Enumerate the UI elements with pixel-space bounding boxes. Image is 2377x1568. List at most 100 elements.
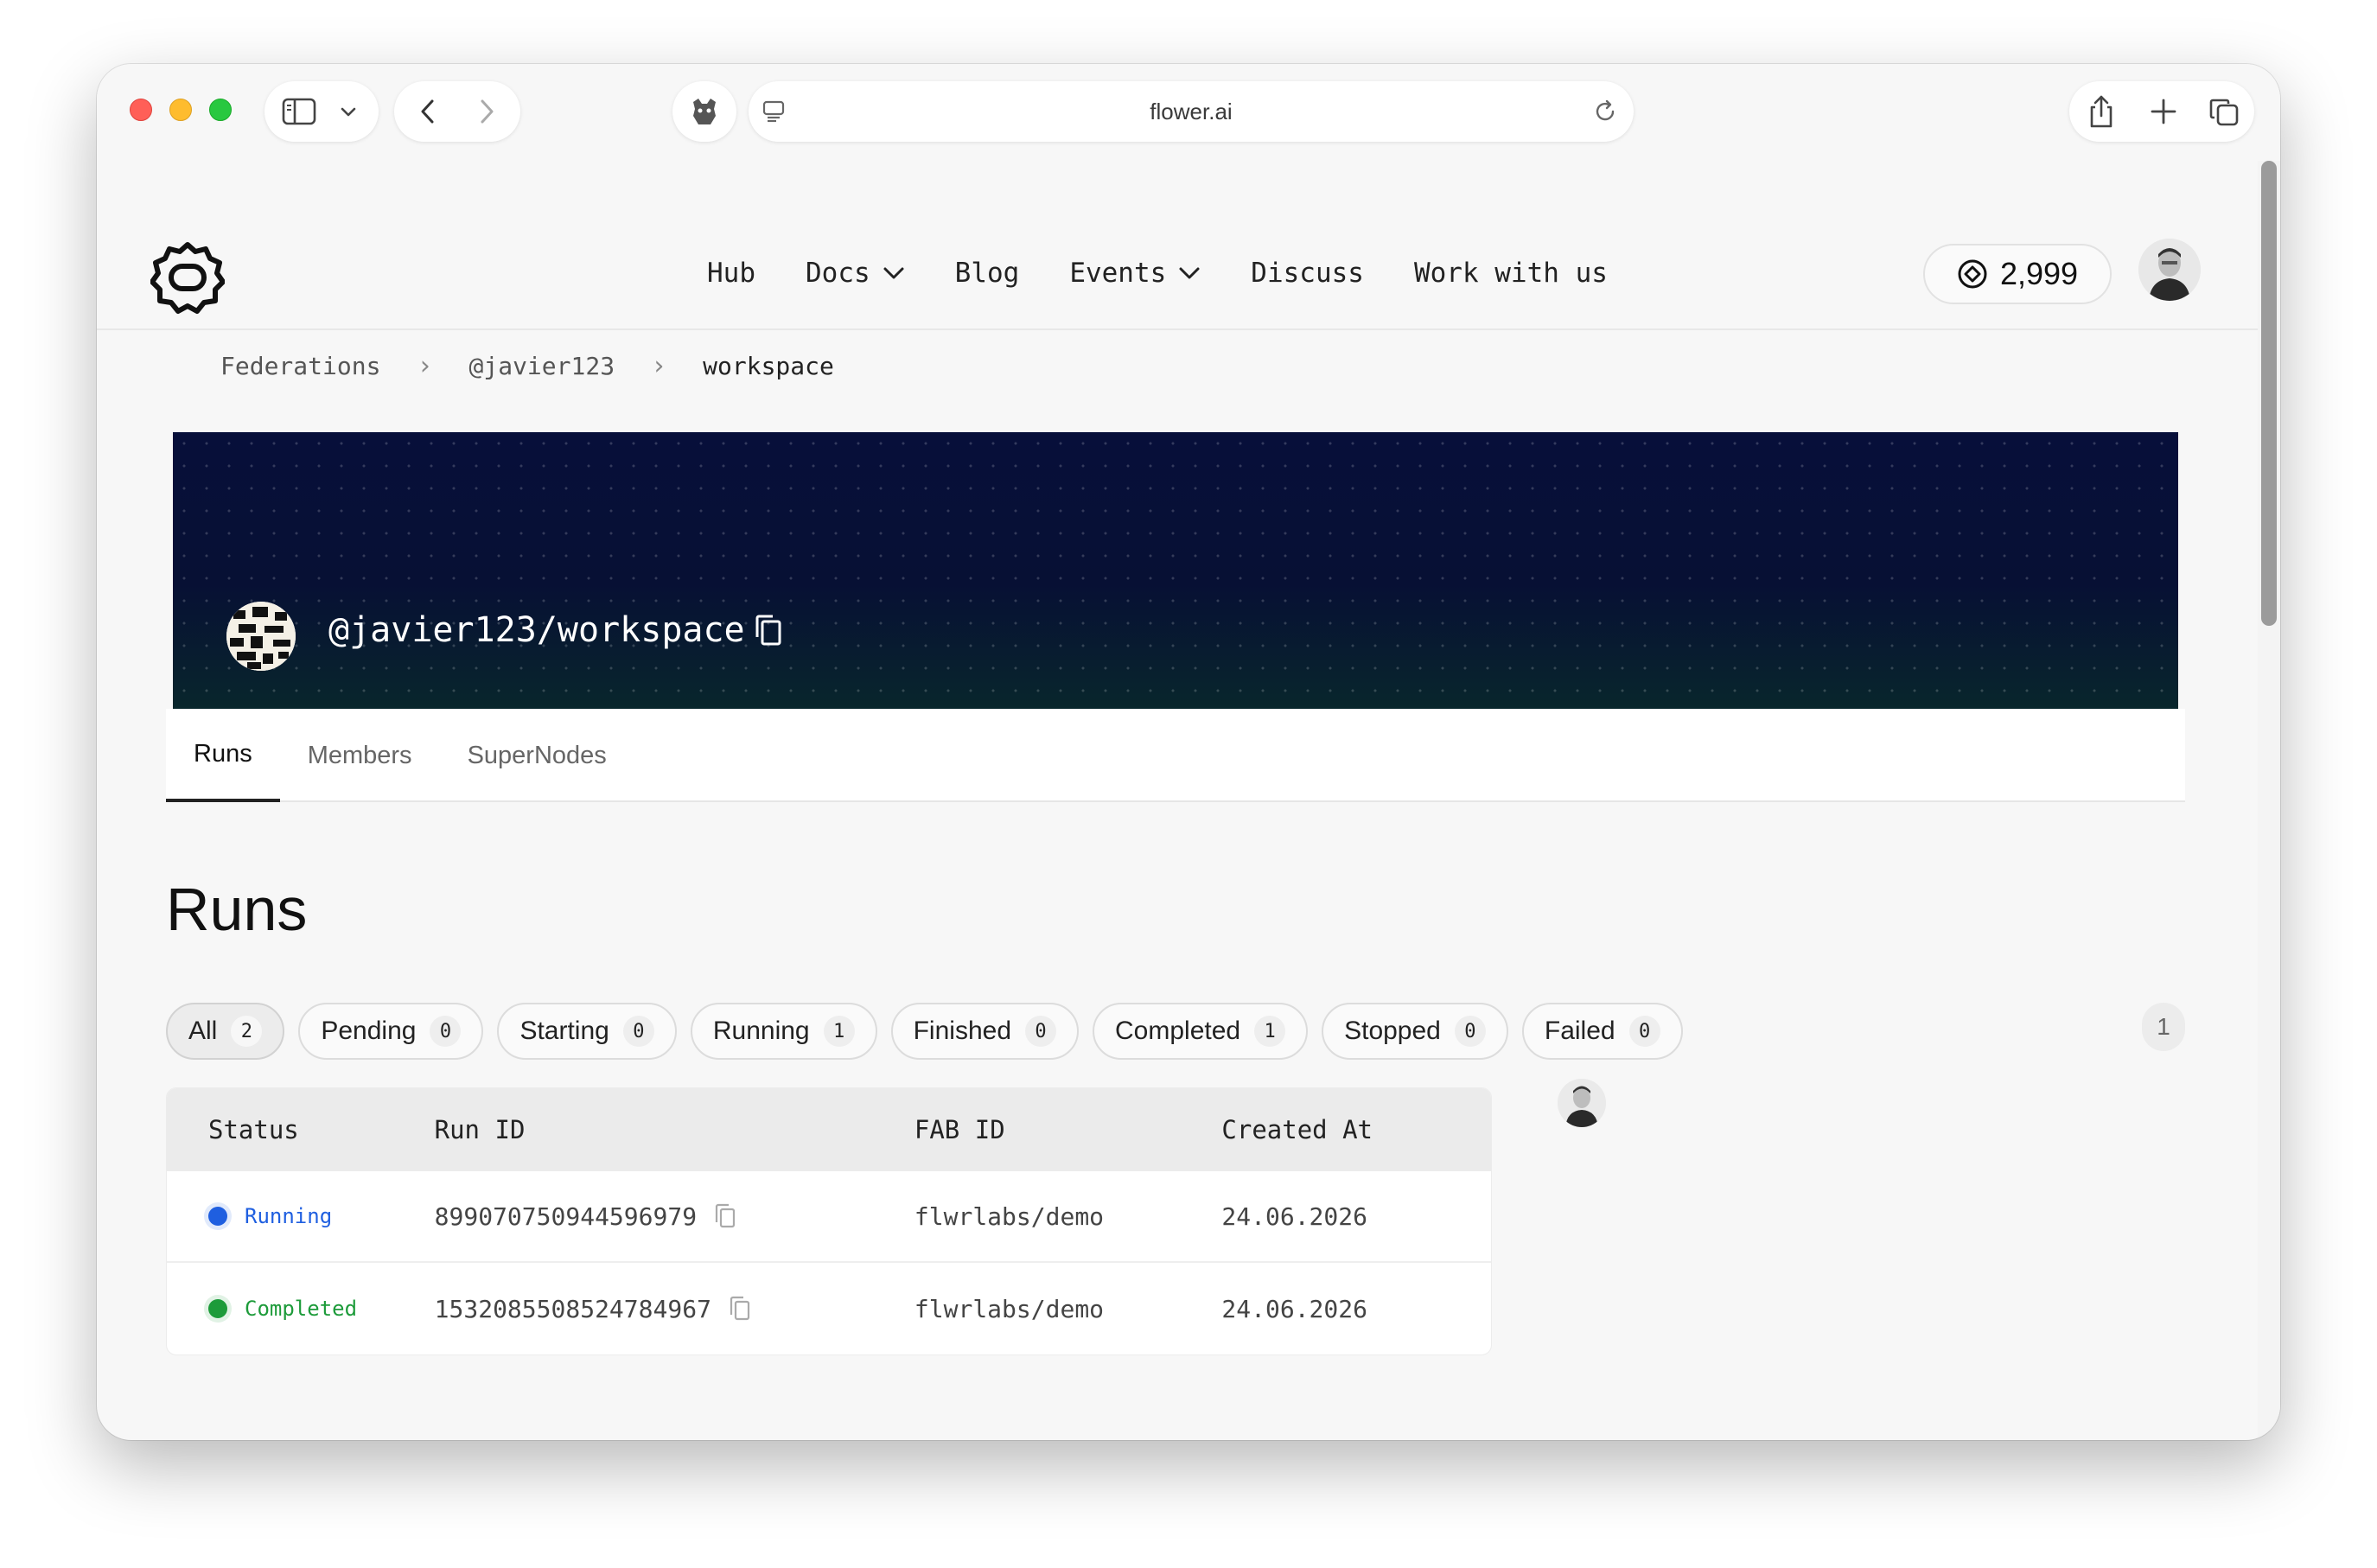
filter-running[interactable]: Running 1 <box>690 1003 877 1060</box>
sidebar-icon[interactable] <box>282 97 316 126</box>
extension-icon <box>688 95 721 128</box>
nav-hub[interactable]: Hub <box>707 258 755 289</box>
filter-count: 1 <box>823 1016 855 1047</box>
tab-supernodes[interactable]: SuperNodes <box>440 709 634 802</box>
filter-count: 0 <box>1025 1016 1057 1047</box>
federation-title: @javier123/workspace <box>328 610 783 650</box>
filter-count: 0 <box>1628 1016 1660 1047</box>
federation-banner: @javier123/workspace <box>173 432 2178 709</box>
status-dot <box>208 1207 227 1226</box>
sidebar-control <box>264 81 379 142</box>
nav-events[interactable]: Events <box>1069 258 1201 289</box>
fab-id: flwrlabs/demo <box>914 1294 1105 1323</box>
browser-window: flower.ai Hub Docs Blog Events Discuss W… <box>97 64 2280 1440</box>
nav-label: Blog <box>954 258 1020 289</box>
nav-label: Discuss <box>1251 258 1364 289</box>
breadcrumb: Federations › @javier123 › workspace <box>220 351 834 381</box>
minimize-window-button[interactable] <box>169 99 192 121</box>
site-header: Hub Docs Blog Events Discuss Work with u… <box>97 161 2258 330</box>
breadcrumb-federations[interactable]: Federations <box>220 352 380 380</box>
filter-label: Failed <box>1544 1017 1615 1045</box>
column-run-id: Run ID <box>434 1115 526 1144</box>
status-badge: Completed <box>245 1297 358 1321</box>
nav-label: Work with us <box>1413 258 1608 289</box>
member-avatar[interactable] <box>1558 1079 1606 1127</box>
new-tab-icon[interactable] <box>2149 97 2178 126</box>
zoom-window-button[interactable] <box>209 99 232 121</box>
column-fab-id: FAB ID <box>914 1115 1005 1144</box>
credits-value: 2,999 <box>1999 256 2079 291</box>
filter-label: Running <box>712 1017 810 1045</box>
status-cell: Running <box>167 1204 435 1228</box>
filter-stopped[interactable]: Stopped 0 <box>1322 1003 1508 1060</box>
filter-completed[interactable]: Completed 1 <box>1093 1003 1309 1060</box>
run-id: 1532085508524784967 <box>434 1294 711 1323</box>
forward-icon[interactable] <box>474 97 500 126</box>
run-id-cell: 1532085508524784967 <box>435 1295 914 1323</box>
scrollbar-thumb[interactable] <box>2261 161 2277 626</box>
filter-all[interactable]: All 2 <box>166 1003 285 1060</box>
credits-icon <box>1958 259 1987 289</box>
flower-logo-icon[interactable] <box>150 240 226 319</box>
created-at: 24.06.2026 <box>1221 1201 1367 1231</box>
pagination-current[interactable]: 1 <box>2142 1003 2185 1051</box>
breadcrumb-current: workspace <box>703 352 834 380</box>
filter-count: 0 <box>1454 1016 1486 1047</box>
browser-toolbar: flower.ai <box>97 64 2280 161</box>
nav-discuss[interactable]: Discuss <box>1251 258 1364 289</box>
status-badge: Running <box>245 1204 333 1228</box>
chevron-right-icon: › <box>651 351 667 381</box>
filter-label: Finished <box>913 1017 1012 1045</box>
filter-label: Stopped <box>1344 1017 1441 1045</box>
nav-docs[interactable]: Docs <box>806 258 905 289</box>
address-bar[interactable]: flower.ai <box>749 81 1634 142</box>
filter-label: All <box>188 1017 218 1045</box>
credits-button[interactable]: 2,999 <box>1923 244 2112 304</box>
chevron-down-icon[interactable] <box>339 102 358 121</box>
reload-icon[interactable] <box>1592 99 1618 124</box>
filter-pending[interactable]: Pending 0 <box>298 1003 484 1060</box>
run-id: 899070750944596979 <box>434 1201 698 1231</box>
chevron-down-icon <box>883 267 904 279</box>
nav-label: Docs <box>806 258 870 289</box>
federation-tabs: Runs Members SuperNodes <box>166 709 2185 802</box>
table-row[interactable]: Running 899070750944596979 flwrlabs/demo… <box>167 1171 1491 1263</box>
status-dot <box>208 1299 227 1318</box>
column-status: Status <box>208 1115 299 1144</box>
nav-blog[interactable]: Blog <box>955 258 1020 289</box>
nav-work-with-us[interactable]: Work with us <box>1414 258 1608 289</box>
status-filters: All 2 Pending 0 Starting 0 Running 1 Finishe… <box>166 1003 1683 1060</box>
table-row[interactable]: Completed 1532085508524784967 flwrlabs/d… <box>167 1263 1491 1354</box>
fab-id: flwrlabs/demo <box>914 1201 1105 1231</box>
filter-count: 2 <box>231 1016 263 1047</box>
extension-button[interactable] <box>672 81 736 142</box>
run-id-cell: 899070750944596979 <box>435 1202 914 1231</box>
filter-label: Completed <box>1115 1017 1241 1045</box>
created-at: 24.06.2026 <box>1221 1294 1367 1323</box>
share-icon[interactable] <box>2087 93 2116 130</box>
avatar[interactable] <box>2138 239 2201 301</box>
tabs-icon[interactable] <box>2208 97 2240 128</box>
url-text: flower.ai <box>1150 98 1233 124</box>
chevron-right-icon: › <box>417 351 433 381</box>
filter-starting[interactable]: Starting 0 <box>497 1003 677 1060</box>
filter-failed[interactable]: Failed 0 <box>1521 1003 1683 1060</box>
runs-table: Status Run ID FAB ID Created At Running … <box>166 1087 1492 1355</box>
filter-finished[interactable]: Finished 0 <box>890 1003 1080 1060</box>
copy-icon[interactable] <box>754 613 783 647</box>
federation-avatar <box>226 602 296 671</box>
column-created-at: Created At <box>1221 1115 1373 1144</box>
copy-icon[interactable] <box>714 1203 736 1229</box>
filter-label: Starting <box>519 1017 609 1045</box>
tab-members[interactable]: Members <box>280 709 440 802</box>
filter-count: 0 <box>430 1016 462 1047</box>
breadcrumb-user[interactable]: @javier123 <box>469 352 615 380</box>
status-cell: Completed <box>167 1297 435 1321</box>
close-window-button[interactable] <box>130 99 152 121</box>
tab-runs[interactable]: Runs <box>166 709 280 802</box>
copy-icon[interactable] <box>729 1296 751 1322</box>
nav-label: Events <box>1069 258 1167 289</box>
chevron-down-icon <box>1179 267 1200 279</box>
history-controls <box>394 81 520 142</box>
back-icon[interactable] <box>415 97 441 126</box>
